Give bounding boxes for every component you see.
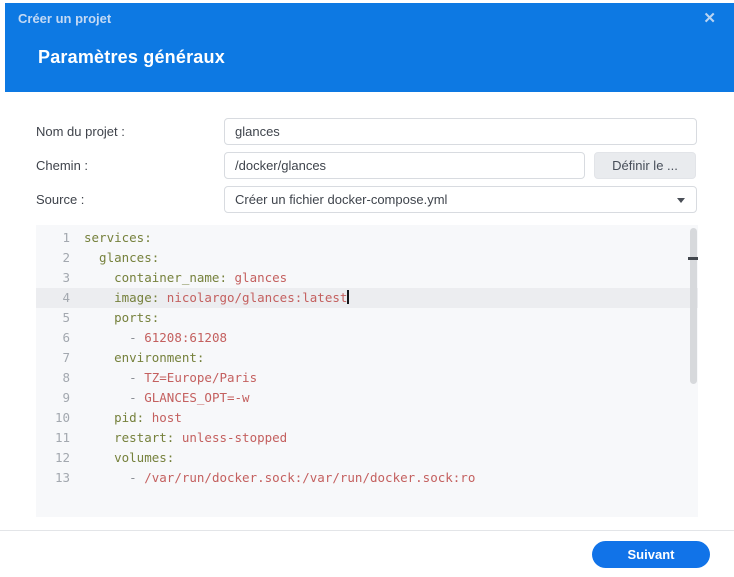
line-number: 8 bbox=[62, 370, 70, 385]
line-number: 6 bbox=[62, 330, 70, 345]
line-number: 7 bbox=[62, 350, 70, 365]
section-title: Paramètres généraux bbox=[38, 47, 225, 67]
code-line[interactable]: 2 glances: bbox=[36, 248, 698, 268]
next-button[interactable]: Suivant bbox=[592, 541, 710, 568]
set-location-button[interactable]: Définir le ... bbox=[594, 152, 696, 179]
project-name-label: Nom du projet : bbox=[36, 124, 125, 139]
code-text: pid: host bbox=[84, 410, 182, 425]
code-line[interactable]: 11 restart: unless-stopped bbox=[36, 428, 698, 448]
source-select[interactable]: Créer un fichier docker-compose.yml bbox=[224, 186, 697, 213]
code-text: container_name: glances bbox=[84, 270, 288, 285]
code-line[interactable]: 12 volumes: bbox=[36, 448, 698, 468]
source-label: Source : bbox=[36, 192, 85, 207]
line-number: 12 bbox=[54, 450, 70, 465]
line-number: 2 bbox=[62, 250, 70, 265]
dialog-title: Créer un projet bbox=[18, 11, 112, 26]
code-text: - GLANCES_OPT=-w bbox=[84, 390, 250, 405]
code-text: image: nicolargo/glances:latest bbox=[84, 290, 350, 305]
footer-divider bbox=[0, 530, 734, 531]
dialog-header: Créer un projet ✕ Paramètres généraux bbox=[5, 3, 734, 92]
code-text: - TZ=Europe/Paris bbox=[84, 370, 258, 385]
code-line[interactable]: 3 container_name: glances bbox=[36, 268, 698, 288]
editor-scrollbar[interactable] bbox=[690, 228, 697, 384]
scrollbar-annotation-mark bbox=[688, 257, 698, 260]
code-text: ports: bbox=[84, 310, 160, 325]
chevron-down-icon bbox=[677, 198, 685, 203]
code-text: - 61208:61208 bbox=[84, 330, 228, 345]
line-number: 10 bbox=[54, 410, 70, 425]
code-text: volumes: bbox=[84, 450, 175, 465]
line-number: 3 bbox=[62, 270, 70, 285]
close-icon[interactable]: ✕ bbox=[703, 9, 716, 29]
code-text: - /var/run/docker.sock:/var/run/docker.s… bbox=[84, 470, 476, 485]
code-text: services: bbox=[84, 230, 152, 245]
yaml-code-editor[interactable]: 1 services: 2 glances: 3 container_name: gl… bbox=[36, 225, 698, 517]
code-text: glances: bbox=[84, 250, 160, 265]
code-line[interactable]: 4 image: nicolargo/glances:latest bbox=[36, 288, 698, 308]
code-line[interactable]: 8 - TZ=Europe/Paris bbox=[36, 368, 698, 388]
code-line[interactable]: 9 - GLANCES_OPT=-w bbox=[36, 388, 698, 408]
path-label: Chemin : bbox=[36, 158, 89, 173]
line-number: 5 bbox=[62, 310, 70, 325]
text-cursor bbox=[347, 290, 350, 304]
project-name-input[interactable] bbox=[224, 118, 697, 145]
code-line[interactable]: 5 ports: bbox=[36, 308, 698, 328]
code-lines: 1 services: 2 glances: 3 container_name: gl… bbox=[36, 228, 698, 488]
code-text: restart: unless-stopped bbox=[84, 430, 288, 445]
path-input[interactable] bbox=[224, 152, 585, 179]
line-number: 13 bbox=[54, 470, 70, 485]
code-text: environment: bbox=[84, 350, 205, 365]
code-line[interactable]: 10 pid: host bbox=[36, 408, 698, 428]
code-line[interactable]: 13 - /var/run/docker.sock:/var/run/docke… bbox=[36, 468, 698, 488]
line-number: 11 bbox=[54, 430, 70, 445]
line-number: 4 bbox=[62, 290, 70, 305]
code-line[interactable]: 1 services: bbox=[36, 228, 698, 248]
line-number: 1 bbox=[62, 230, 70, 245]
source-selected-value: Créer un fichier docker-compose.yml bbox=[235, 192, 448, 207]
code-line[interactable]: 7 environment: bbox=[36, 348, 698, 368]
create-project-dialog: Créer un projet ✕ Paramètres généraux No… bbox=[0, 0, 734, 577]
line-number: 9 bbox=[62, 390, 70, 405]
code-line[interactable]: 6 - 61208:61208 bbox=[36, 328, 698, 348]
